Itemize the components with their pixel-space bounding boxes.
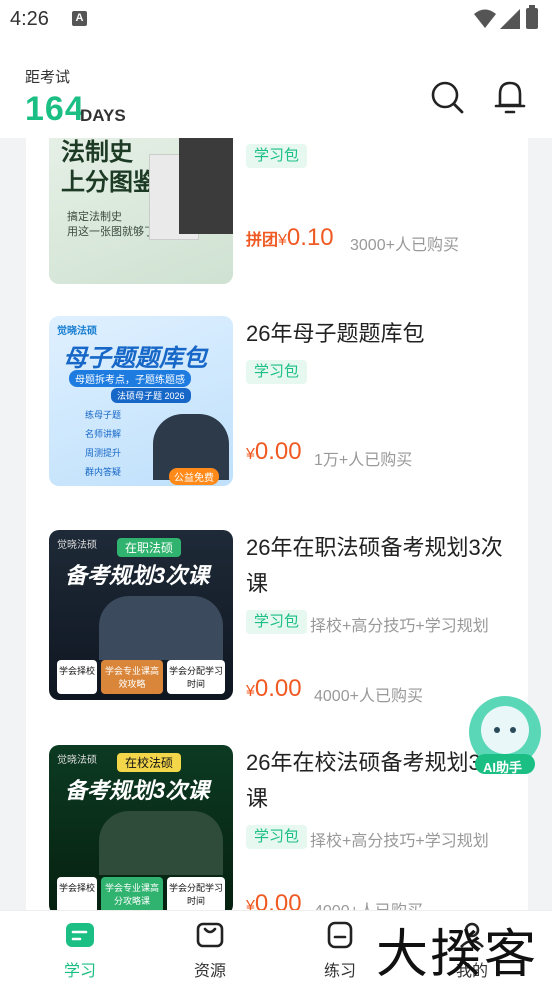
course-item[interactable]: 觉晓法硕 母子题题库包 母题拆考点，子题练题感 法硕母子题 2026 练母子题 … bbox=[26, 316, 528, 486]
thumb-card: 学会择校 bbox=[57, 877, 97, 910]
study-icon bbox=[66, 923, 94, 947]
course-tag: 学习包 bbox=[246, 360, 308, 384]
nav-item-practice[interactable]: 练习 bbox=[300, 919, 380, 981]
exam-days-number: 164 bbox=[25, 90, 85, 128]
course-price: ¥0.00 bbox=[246, 890, 302, 910]
currency-symbol: ¥ bbox=[246, 898, 255, 910]
price-prefix: 拼团 bbox=[246, 232, 279, 249]
course-description: 择校+高分技巧+学习规划 bbox=[310, 618, 489, 635]
buyers-count: 3000+人已购买 bbox=[350, 237, 459, 254]
price-value: 0.00 bbox=[254, 675, 302, 702]
course-tag: 学习包 bbox=[246, 610, 308, 634]
buyers-count: 4000+人已购买 bbox=[314, 897, 423, 910]
thumb-card: 学会分配学习时间 bbox=[167, 660, 225, 694]
thumb-title: 备考规划3次课 bbox=[65, 778, 210, 803]
course-price: ¥0.00 bbox=[246, 438, 302, 466]
thumb-card: 学会择校 bbox=[57, 660, 97, 694]
ai-assistant-button[interactable]: AI助手 bbox=[465, 694, 545, 780]
thumb-label: 在职法硕 bbox=[117, 538, 182, 557]
watermark: 大揆客 bbox=[376, 925, 539, 983]
course-thumbnail[interactable]: 法制史 上分图鉴 搞定法制史 用这一张图就够了 bbox=[49, 138, 233, 284]
course-title: 26年在职法硕备考规划3次课 bbox=[246, 535, 503, 596]
thumb-card: 学会分配学习时间 bbox=[167, 877, 225, 910]
course-tag: 学习包 bbox=[246, 144, 308, 168]
course-description: 择校+高分技巧+学习规划 bbox=[310, 833, 489, 850]
practice-icon bbox=[327, 921, 353, 949]
price-value: 0.10 bbox=[286, 224, 334, 251]
currency-symbol: ¥ bbox=[246, 683, 255, 700]
ai-assistant-label: AI助手 bbox=[483, 760, 523, 775]
thumb-card: 学会专业课高效攻略 bbox=[101, 660, 163, 694]
thumb-steps: 练母子题 名师讲解 周测提升 群内答疑 bbox=[85, 406, 121, 482]
course-title: 26年母子题题库包 bbox=[246, 321, 425, 346]
nav-item-label: 学习 bbox=[63, 963, 96, 980]
thumb-brand: 觉晓法硕 bbox=[57, 326, 97, 337]
bag-icon bbox=[196, 922, 224, 948]
thumb-step: 练母子题 bbox=[85, 410, 122, 420]
price-value: 0.00 bbox=[254, 438, 302, 465]
thumb-label: 在校法硕 bbox=[117, 753, 182, 772]
battery-icon bbox=[526, 5, 538, 29]
course-item[interactable]: 觉晓法硕 在校法硕 备考规划3次课 学会择校 学会专业课高分攻略课 学会分配学习… bbox=[26, 745, 528, 910]
course-price: 拼团¥0.10 bbox=[246, 224, 334, 252]
course-thumbnail[interactable]: 觉晓法硕 在职法硕 备考规划3次课 学会择校 学会专业课高效攻略 学会分配学习时… bbox=[49, 530, 233, 700]
nav-item-resources[interactable]: 资源 bbox=[170, 919, 250, 981]
course-item[interactable]: 法制史 上分图鉴 搞定法制史 用这一张图就够了 学习包 拼团¥0.10 3000… bbox=[26, 138, 528, 284]
course-price: ¥0.00 bbox=[246, 675, 302, 703]
nav-item-study[interactable]: 学习 bbox=[40, 919, 120, 981]
buyers-count: 4000+人已购买 bbox=[314, 688, 423, 705]
thumb-title: 母子题题库包 bbox=[63, 345, 207, 372]
course-thumbnail[interactable]: 觉晓法硕 母子题题库包 母题拆考点，子题练题感 法硕母子题 2026 练母子题 … bbox=[49, 316, 233, 486]
thumb-title: 法制史 上分图鉴 bbox=[61, 139, 157, 196]
nav-item-label: 练习 bbox=[323, 963, 356, 980]
header: 距考试 164 DAYS bbox=[0, 38, 552, 138]
course-item[interactable]: 觉晓法硕 在职法硕 备考规划3次课 学会择校 学会专业课高效攻略 学会分配学习时… bbox=[26, 530, 528, 705]
thumb-card: 学会专业课高分攻略课 bbox=[101, 877, 163, 910]
thumb-subtitle: 母题拆考点，子题练题感 bbox=[69, 370, 191, 387]
buyers-count: 1万+人已购买 bbox=[314, 452, 413, 469]
course-tag: 学习包 bbox=[246, 825, 308, 849]
thumb-teacher-image bbox=[179, 138, 233, 234]
thumb-step: 名师讲解 bbox=[85, 429, 122, 439]
currency-symbol: ¥ bbox=[246, 446, 255, 463]
currency-symbol: ¥ bbox=[278, 232, 287, 249]
accessibility-icon: A bbox=[72, 11, 87, 26]
search-icon[interactable] bbox=[430, 80, 464, 114]
thumb-teachers-image bbox=[99, 811, 223, 875]
thumb-step: 群内答疑 bbox=[85, 467, 122, 477]
course-list[interactable]: 法制史 上分图鉴 搞定法制史 用这一张图就够了 学习包 拼团¥0.10 3000… bbox=[26, 138, 528, 910]
thumb-brand: 觉晓法硕 bbox=[57, 755, 97, 766]
course-thumbnail[interactable]: 觉晓法硕 在校法硕 备考规划3次课 学会择校 学会专业课高分攻略课 学会分配学习… bbox=[49, 745, 233, 910]
thumb-free-badge: 公益免费 bbox=[169, 468, 219, 485]
price-value: 0.00 bbox=[254, 890, 302, 910]
nav-item-label: 资源 bbox=[193, 963, 226, 980]
exam-countdown-label: 距考试 bbox=[25, 69, 71, 86]
thumb-title: 备考规划3次课 bbox=[65, 563, 210, 588]
thumb-brand: 觉晓法硕 bbox=[57, 540, 97, 551]
wifi-icon bbox=[474, 9, 496, 28]
thumb-teachers-image bbox=[99, 596, 223, 660]
thumb-step: 周测提升 bbox=[85, 448, 122, 458]
status-time: 4:26 bbox=[10, 8, 49, 30]
bell-icon[interactable] bbox=[492, 78, 528, 116]
thumb-badge: 法硕母子题 2026 bbox=[111, 388, 191, 403]
status-bar: 4:26 A bbox=[0, 0, 552, 38]
exam-days-unit: DAYS bbox=[80, 106, 126, 125]
thumb-subtitle: 搞定法制史 用这一张图就够了 bbox=[67, 211, 155, 238]
signal-icon bbox=[500, 9, 520, 29]
